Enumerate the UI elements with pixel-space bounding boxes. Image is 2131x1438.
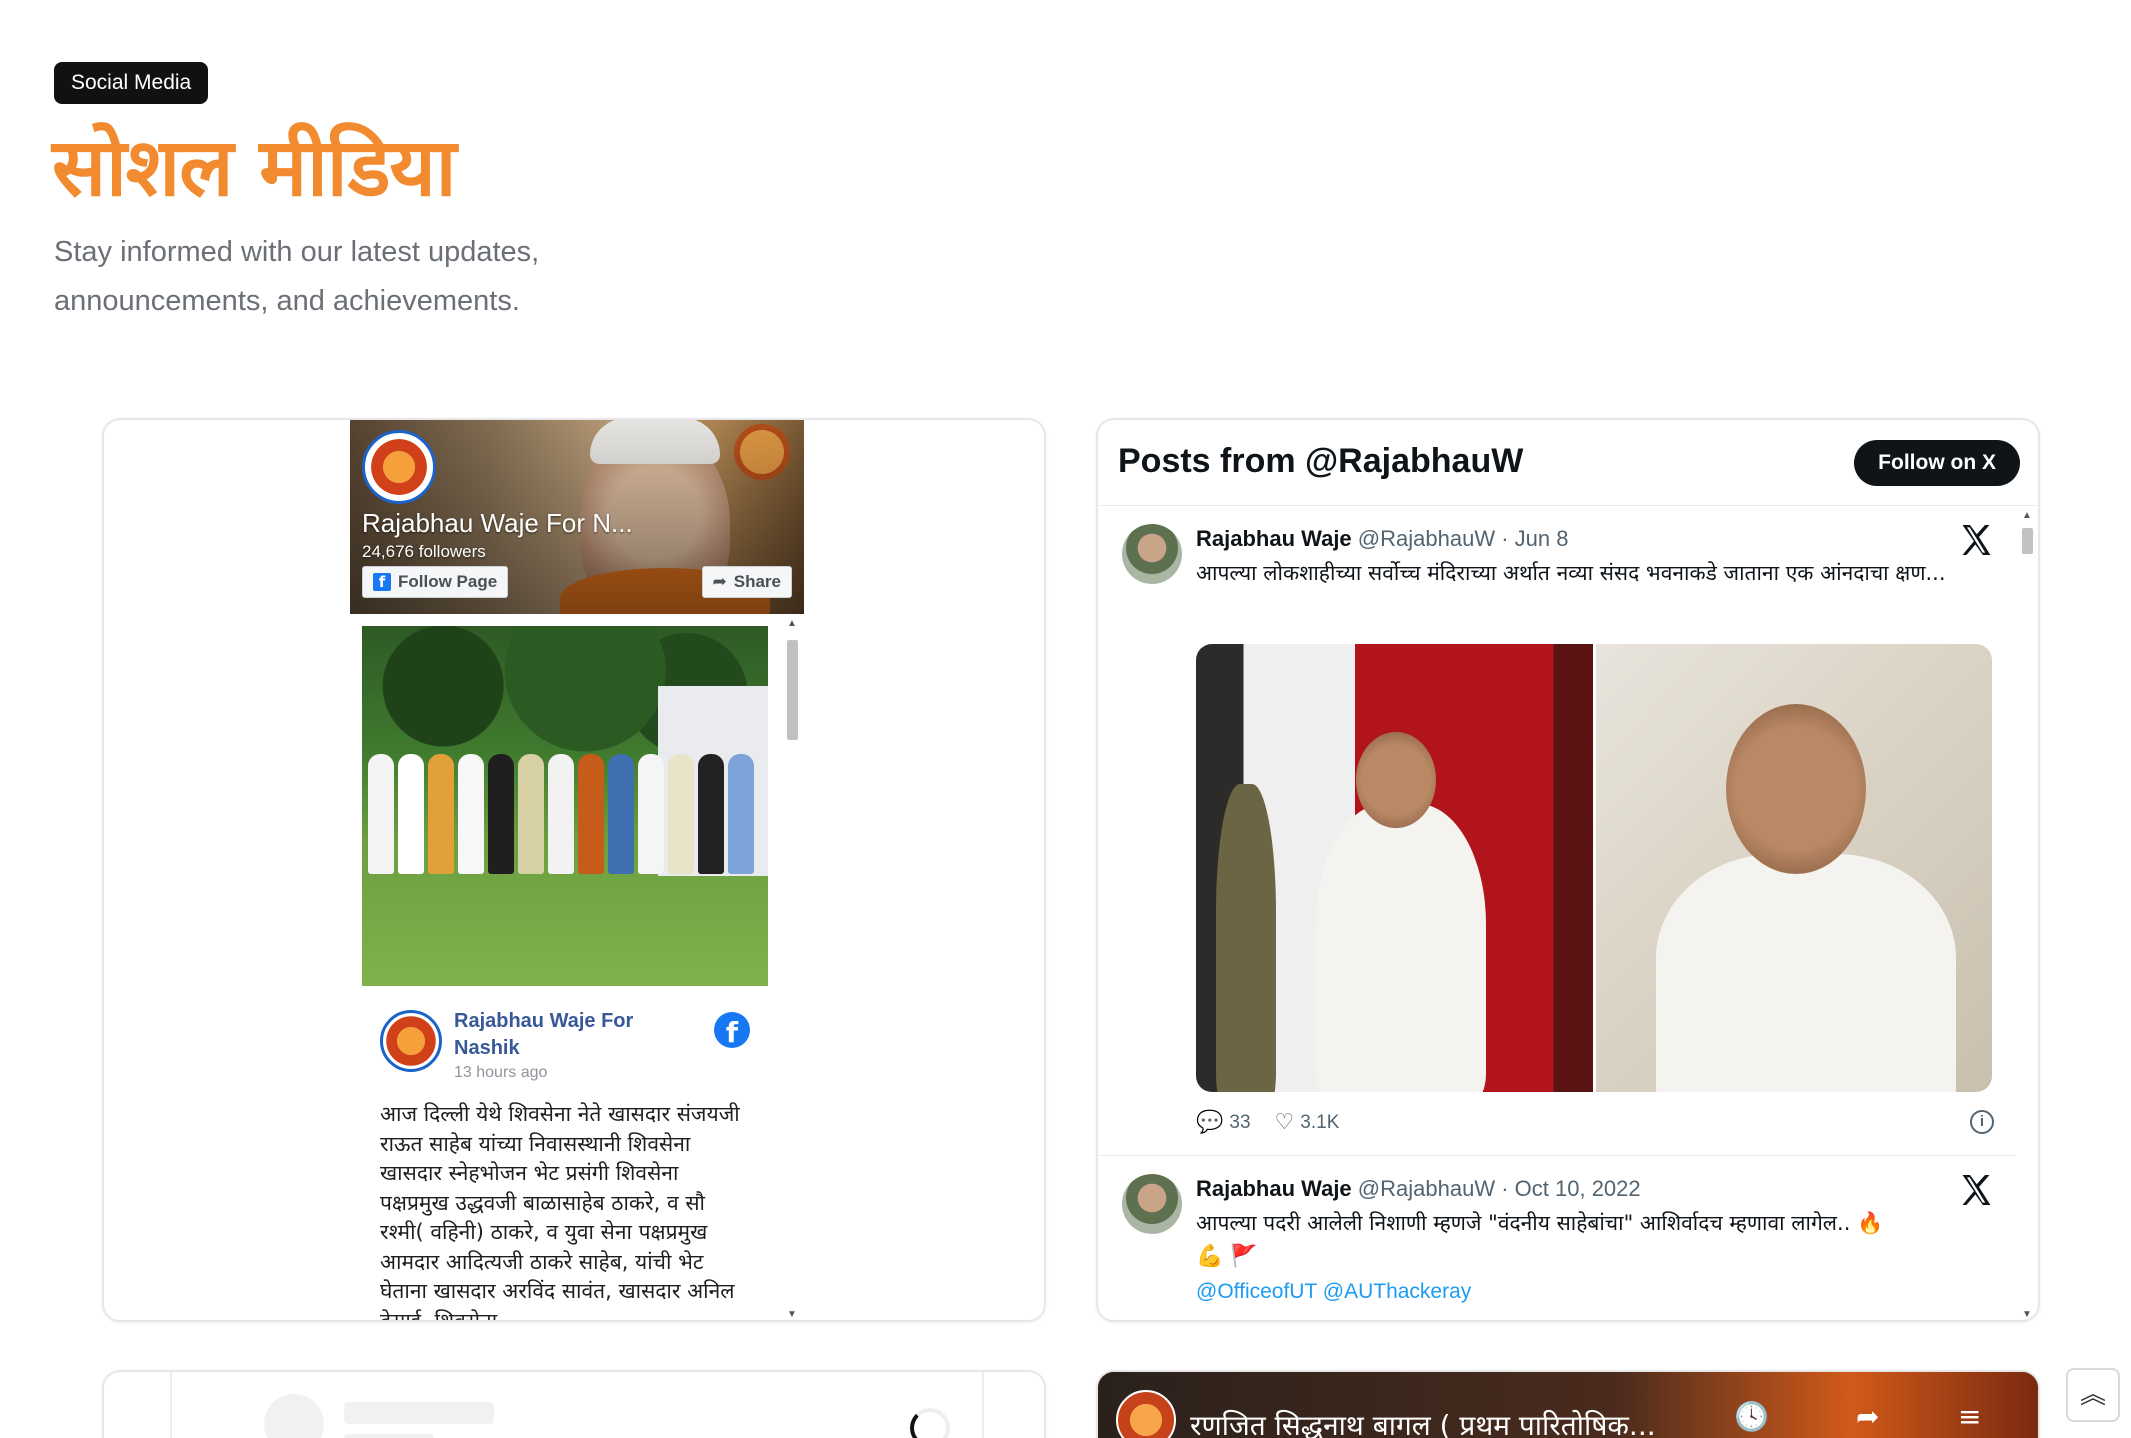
tweet-text: आपल्या पदरी आलेली निशाणी म्हणजे "वंदनीय … [1196,1211,1884,1235]
group-photo-person [368,754,394,874]
facebook-card: Rajabhau Waje For N... 24,676 followers … [102,418,1046,1322]
group-photo-person [638,754,664,874]
follow-on-x-button[interactable]: Follow on X [1854,440,2020,486]
tweet-handle[interactable]: @RajabhauW [1358,526,1495,551]
chevron-double-up-icon: ︽ [2079,1380,2106,1410]
facebook-post-header: Rajabhau Waje For Nashik 13 hours ago f [362,990,768,1090]
clock-icon[interactable]: 🕓 [1734,1400,1769,1433]
scrollbar-thumb[interactable] [2022,528,2033,554]
facebook-scrollbar[interactable]: ▲ ▼ [782,614,804,1320]
x-scrollbar[interactable]: ▲ ▼ [2016,506,2038,1320]
tweet-handle[interactable]: @RajabhauW [1358,1176,1495,1201]
group-photo-person [548,754,574,874]
facebook-post-text: आज दिल्ली येथे शिवसेना नेते खासदार संजयज… [380,1102,740,1322]
share-icon: ➦ [712,572,727,592]
x-timeline-title: Posts from @RajabhauW [1118,442,1524,480]
facebook-icon[interactable]: f [714,1012,750,1048]
group-photo-person [488,754,514,874]
share-icon[interactable]: ➦ [1856,1400,1879,1433]
facebook-feed[interactable]: Rajabhau Waje For Nashik 13 hours ago f … [350,614,804,1322]
page-title: सोशल मीडिया [52,121,456,214]
tweet-mentions[interactable]: @OfficeofUT @AUThackeray [1196,1280,1471,1304]
like-count[interactable]: 3.1K [1300,1112,1339,1134]
facebook-page-avatar[interactable] [362,430,436,504]
group-photo-person [578,754,604,874]
group-photo-person [398,754,424,874]
group-photo-person [458,754,484,874]
share-button[interactable]: ➦ Share [701,566,792,598]
tweet-author-name[interactable]: Rajabhau Waje [1196,526,1352,551]
group-photo-person [518,754,544,874]
share-label: Share [733,572,781,591]
heart-icon[interactable]: ♡ [1275,1110,1295,1135]
section-tag: Social Media [54,62,209,104]
youtube-video-title[interactable]: रणजित सिद्धनाथ बागल ( प्रथम पारितोषिक... [1190,1406,1656,1438]
group-photo-person [698,754,724,874]
info-icon[interactable]: i [1970,1110,1994,1134]
x-feed[interactable]: Rajabhau Waje @RajabhauW · Jun 8 आपल्या … [1098,506,2018,1320]
scroll-to-top-button[interactable]: ︽ [2066,1368,2120,1422]
tweet[interactable]: Rajabhau Waje @RajabhauW · Jun 8 आपल्या … [1098,506,2018,1156]
tweet-date[interactable]: · Oct 10, 2022 [1501,1176,1640,1201]
scroll-up-arrow-icon[interactable]: ▲ [2022,510,2032,521]
group-photo-person [608,754,634,874]
follow-page-button[interactable]: f Follow Page [362,566,509,598]
tweet-text: आपल्या लोकशाहीच्या सर्वोच्च मंदिराच्या अ… [1196,561,1946,585]
tweet-avatar[interactable] [1122,1174,1182,1234]
facebook-icon: f [373,573,391,591]
youtube-card[interactable]: रणजित सिद्धनाथ बागल ( प्रथम पारितोषिक...… [1096,1370,2040,1438]
reply-count[interactable]: 33 [1229,1112,1250,1134]
tweet-emoji-line: 💪 🚩 [1196,1244,1258,1269]
skeleton-line [344,1434,434,1438]
loading-card [102,1370,1046,1438]
scroll-down-arrow-icon[interactable]: ▼ [2022,1309,2032,1320]
tweet-author-name[interactable]: Rajabhau Waje [1196,1176,1352,1201]
playlist-icon[interactable]: ≡ [1958,1400,1981,1433]
skeleton-avatar [264,1394,324,1438]
scrollbar-thumb[interactable] [787,640,798,740]
x-timeline-card: Posts from @RajabhauW Follow on X Rajabh… [1096,418,2040,1322]
facebook-page-name[interactable]: Rajabhau Waje For N... [362,508,662,539]
facebook-page-widget: Rajabhau Waje For N... 24,676 followers … [350,420,804,1322]
x-timeline-header: Posts from @RajabhauW Follow on X [1098,420,2038,506]
scroll-down-arrow-icon[interactable]: ▼ [787,1309,797,1320]
group-photo-person [668,754,694,874]
tweet[interactable]: Rajabhau Waje @RajabhauW · Oct 10, 2022 … [1098,1156,2018,1320]
facebook-cover-photo[interactable]: Rajabhau Waje For N... 24,676 followers … [350,420,804,614]
scroll-up-arrow-icon[interactable]: ▲ [787,618,797,629]
post-author-name[interactable]: Rajabhau Waje For Nashik [454,1008,684,1062]
post-timestamp[interactable]: 13 hours ago [454,1064,547,1082]
tweet-photo[interactable] [1196,644,1593,1092]
skeleton-frame [170,1372,984,1438]
post-author-avatar[interactable] [380,1010,442,1072]
reply-icon[interactable]: 💬 [1196,1110,1223,1135]
group-photo-person [428,754,454,874]
tweet-photo[interactable] [1595,644,1992,1092]
tweet-avatar[interactable] [1122,524,1182,584]
x-logo-icon[interactable] [1958,522,1994,558]
group-photo-person [728,754,754,874]
follow-page-label: Follow Page [398,572,498,591]
tweet-date[interactable]: · Jun 8 [1501,526,1568,551]
facebook-post-photo[interactable] [362,626,768,986]
facebook-followers: 24,676 followers [362,542,486,561]
skeleton-line [344,1402,494,1424]
tweet-media[interactable] [1196,644,1992,1092]
x-logo-icon[interactable] [1958,1172,1994,1208]
page-subtitle: Stay informed with our latest updates, a… [54,236,540,317]
